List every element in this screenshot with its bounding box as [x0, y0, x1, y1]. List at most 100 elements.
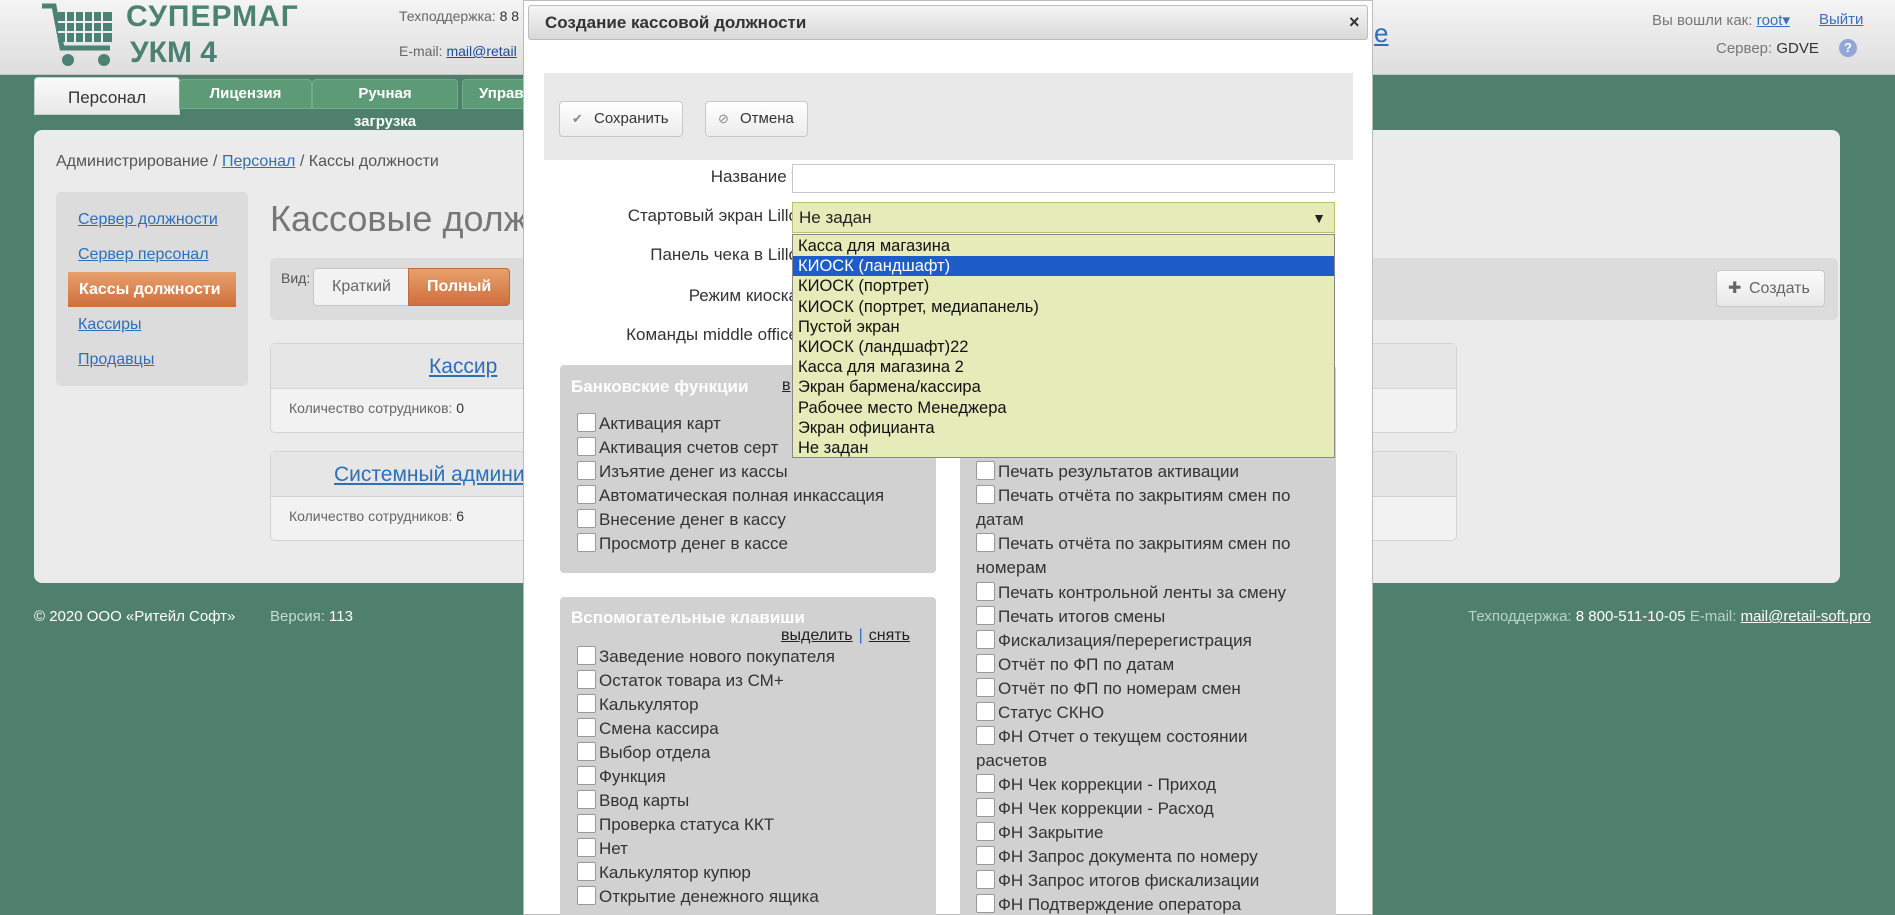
checkbox[interactable]	[577, 509, 596, 529]
sidebar-item-cashiers[interactable]: Кассиры	[56, 307, 248, 342]
checkbox[interactable]	[976, 726, 995, 746]
checkbox-item[interactable]: Печать контрольной ленты за смену	[976, 582, 1286, 603]
breadcrumb-personnel[interactable]: Персонал	[222, 153, 295, 170]
user-menu[interactable]: root▾	[1757, 12, 1790, 29]
checkbox[interactable]	[976, 606, 995, 626]
email-link[interactable]: mail@retail	[446, 43, 516, 59]
checkbox[interactable]	[976, 870, 995, 890]
dropdown-option[interactable]: Касса для магазина	[793, 236, 1334, 256]
checkbox-item[interactable]: Активация карт	[577, 413, 721, 434]
save-button[interactable]: ✔ Сохранить	[559, 101, 683, 137]
checkbox-item[interactable]: Выбор отдела	[577, 742, 710, 763]
checkbox-item[interactable]: Отчёт по ФП по датам	[976, 654, 1174, 675]
checkbox-item[interactable]: Фискализация/перерегистрация	[976, 630, 1252, 651]
checkbox[interactable]	[577, 742, 596, 762]
checkbox-item[interactable]: ФН Запрос документа по номеру	[976, 846, 1258, 867]
checkbox[interactable]	[577, 485, 596, 505]
close-icon[interactable]: ×	[1349, 12, 1360, 33]
checkbox-item[interactable]: Калькулятор купюр	[577, 862, 751, 883]
dropdown-option[interactable]: Экран бармена/кассира	[793, 377, 1334, 397]
card-title-link[interactable]: Системный админис	[334, 452, 535, 497]
tab-management[interactable]: Управ	[462, 79, 532, 109]
card-title-link[interactable]: Кассир	[429, 344, 497, 389]
dropdown-option-highlighted[interactable]: КИОСК (ландшафт)	[793, 256, 1334, 277]
checkbox-item[interactable]: Смена кассира	[577, 718, 719, 739]
checkbox-item[interactable]: ФН Запрос итогов фискализации	[976, 870, 1259, 891]
checkbox[interactable]	[976, 630, 995, 650]
checkbox[interactable]	[976, 485, 995, 505]
checkbox-item[interactable]: Внесение денег в кассу	[577, 509, 786, 530]
checkbox-item[interactable]: Просмотр денег в кассе	[577, 533, 788, 554]
checkbox[interactable]	[577, 718, 596, 738]
tab-manual-load[interactable]: Ручная загрузка	[312, 79, 458, 130]
logout-link[interactable]: Выйти	[1819, 11, 1863, 28]
checkbox-item[interactable]: Печать итогов смены	[976, 606, 1165, 627]
checkbox-item[interactable]: Статус СКНО	[976, 702, 1104, 723]
checkbox-item[interactable]: ФН Чек коррекции - Приход	[976, 774, 1216, 795]
checkbox-item[interactable]: ФН Чек коррекции - Расход	[976, 798, 1214, 819]
tab-personnel[interactable]: Персонал	[34, 77, 181, 115]
checkbox[interactable]	[976, 774, 995, 794]
checkbox[interactable]	[577, 886, 596, 906]
dropdown-option[interactable]: Касса для магазина 2	[793, 357, 1334, 377]
checkbox[interactable]	[976, 846, 995, 866]
checkbox[interactable]	[976, 461, 995, 481]
tab-license[interactable]: Лицензия	[179, 79, 312, 109]
checkbox-item[interactable]: Печать отчёта по закрытиям смен по номер…	[976, 532, 1316, 580]
checkbox[interactable]	[577, 862, 596, 882]
view-full-button[interactable]: Полный	[408, 268, 511, 306]
checkbox-item[interactable]: ФН Закрытие	[976, 822, 1104, 843]
start-screen-select[interactable]: Не задан ▼	[792, 202, 1335, 233]
checkbox-item[interactable]: ФН Отчет о текущем состоянии расчетов	[976, 725, 1316, 773]
checkbox[interactable]	[976, 894, 995, 914]
checkbox-item[interactable]: Активация счетов серт	[577, 437, 778, 458]
footer-email-link[interactable]: mail@retail-soft.pro	[1741, 608, 1871, 625]
checkbox[interactable]	[577, 413, 596, 433]
checkbox[interactable]	[577, 814, 596, 834]
checkbox-item[interactable]: Изъятие денег из кассы	[577, 461, 788, 482]
dropdown-option[interactable]: Не задан	[793, 438, 1334, 458]
checkbox[interactable]	[976, 678, 995, 698]
checkbox-item[interactable]: Проверка статуса ККТ	[577, 814, 774, 835]
sidebar-item-server-positions[interactable]: Сервер должности	[56, 202, 248, 237]
sidebar-item-sellers[interactable]: Продавцы	[56, 342, 248, 377]
view-short-button[interactable]: Краткий	[313, 268, 410, 306]
partial-link[interactable]: e	[1374, 18, 1388, 49]
name-input[interactable]	[792, 164, 1335, 193]
checkbox[interactable]	[577, 766, 596, 786]
checkbox-item[interactable]: Печать результатов активации	[976, 461, 1239, 482]
checkbox[interactable]	[577, 838, 596, 858]
checkbox[interactable]	[976, 533, 995, 553]
select-all-link[interactable]: в	[782, 377, 791, 394]
checkbox[interactable]	[577, 533, 596, 553]
dropdown-option[interactable]: Рабочее место Менеджера	[793, 398, 1334, 418]
checkbox-item[interactable]: Открытие денежного ящика	[577, 886, 819, 907]
checkbox-item[interactable]: Калькулятор	[577, 694, 699, 715]
checkbox[interactable]	[976, 582, 995, 602]
checkbox-item[interactable]: Отчёт по ФП по номерам смен	[976, 678, 1241, 699]
checkbox[interactable]	[577, 646, 596, 666]
checkbox-item[interactable]: Функция	[577, 766, 666, 787]
cancel-button[interactable]: ⊘ Отмена	[705, 101, 808, 137]
select-all-link[interactable]: выделить	[781, 627, 853, 644]
checkbox-item[interactable]: Ввод карты	[577, 790, 689, 811]
checkbox-item[interactable]: Печать отчёта по закрытиям смен по датам	[976, 484, 1316, 532]
checkbox[interactable]	[976, 702, 995, 722]
checkbox-item[interactable]: Остаток товара из СМ+	[577, 670, 784, 691]
checkbox[interactable]	[976, 798, 995, 818]
checkbox[interactable]	[976, 654, 995, 674]
checkbox-item[interactable]: ФН Подтверждение оператора	[976, 894, 1241, 915]
checkbox[interactable]	[976, 822, 995, 842]
dropdown-option[interactable]: КИОСК (портрет)	[793, 276, 1334, 296]
checkbox[interactable]	[577, 461, 596, 481]
create-button[interactable]: ✚ Создать	[1716, 270, 1825, 307]
dropdown-option[interactable]: Экран официанта	[793, 418, 1334, 438]
checkbox[interactable]	[577, 790, 596, 810]
help-icon[interactable]: ?	[1839, 39, 1857, 57]
checkbox-item[interactable]: Нет	[577, 838, 628, 859]
clear-all-link[interactable]: снять	[869, 627, 910, 644]
checkbox[interactable]	[577, 670, 596, 690]
checkbox-item[interactable]: Автоматическая полная инкассация	[577, 485, 884, 506]
checkbox-item[interactable]: Заведение нового покупателя	[577, 646, 835, 667]
sidebar-item-server-personnel[interactable]: Сервер персонал	[56, 237, 248, 272]
